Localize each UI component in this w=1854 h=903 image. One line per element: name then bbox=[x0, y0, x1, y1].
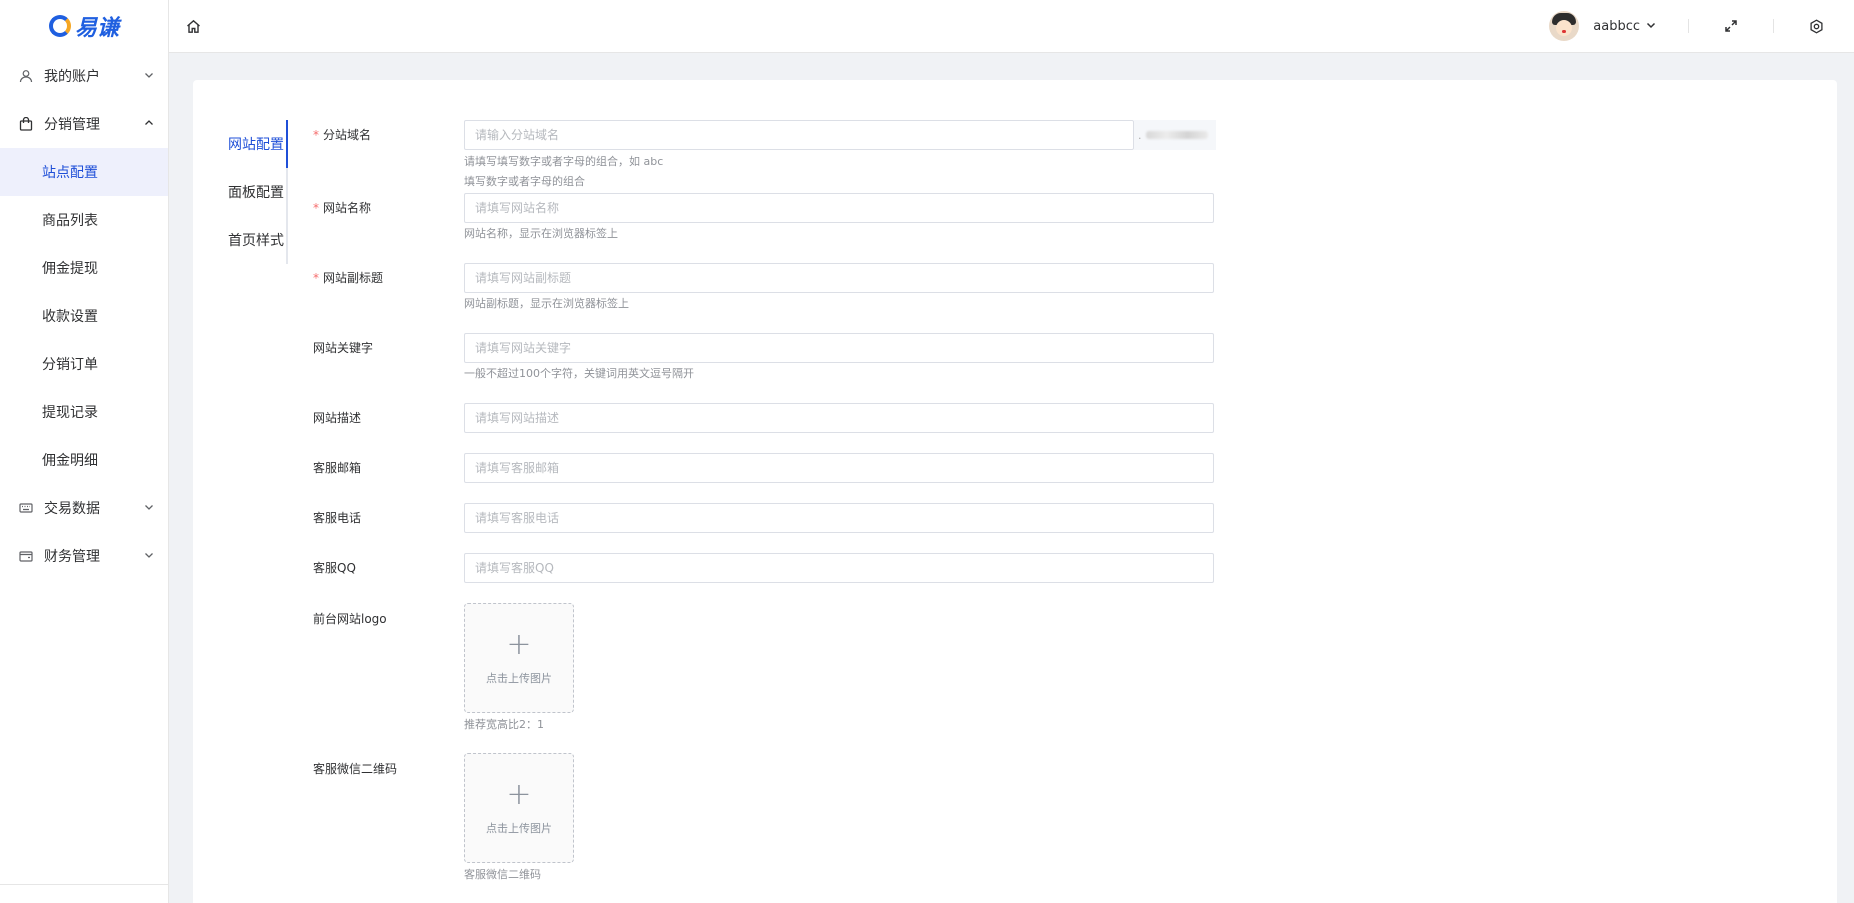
qq-label: 客服QQ bbox=[313, 561, 356, 575]
sidebar-item-withdraw-records[interactable]: 提现记录 bbox=[0, 388, 168, 436]
sidebar-divider bbox=[0, 884, 168, 885]
sidebar-item-finance[interactable]: 财务管理 bbox=[0, 532, 168, 580]
avatar[interactable] bbox=[1549, 11, 1580, 41]
email-label: 客服邮箱 bbox=[313, 461, 362, 475]
wechat-qr-upload[interactable]: + 点击上传图片 bbox=[464, 753, 574, 863]
username-label: aabbcc bbox=[1593, 18, 1640, 34]
logo-label: 前台网站logo bbox=[313, 612, 387, 626]
keywords-hint: 一般不超过100个字符，关键词用英文逗号隔开 bbox=[464, 367, 694, 380]
email-input[interactable] bbox=[464, 453, 1214, 483]
brand-name: 易谦 bbox=[74, 16, 119, 41]
bag-icon bbox=[18, 116, 34, 132]
subtitle-hint: 网站副标题，显示在浏览器标签上 bbox=[464, 297, 629, 310]
wechat-qr-label: 客服微信二维码 bbox=[313, 762, 398, 776]
sidebar-item-product-list[interactable]: 商品列表 bbox=[0, 196, 168, 244]
header-actions: aabbcc bbox=[1549, 0, 1854, 52]
sidebar-item-distribution-orders[interactable]: 分销订单 bbox=[0, 340, 168, 388]
logo-icon bbox=[48, 15, 71, 37]
wallet-icon bbox=[18, 548, 34, 564]
settings-icon[interactable] bbox=[1806, 16, 1826, 36]
chevron-up-icon bbox=[144, 117, 154, 131]
header-divider bbox=[1688, 19, 1689, 33]
header-divider bbox=[1773, 19, 1774, 33]
phone-input[interactable] bbox=[464, 503, 1214, 533]
sidebar-item-distribution[interactable]: 分销管理 bbox=[0, 100, 168, 148]
user-icon bbox=[18, 68, 34, 84]
domain-hint-secondary: 填写数字或者字母的组合 bbox=[464, 175, 585, 188]
keywords-label: 网站关键字 bbox=[313, 341, 374, 355]
sidebar-item-site-config[interactable]: 站点配置 bbox=[0, 148, 168, 196]
phone-label: 客服电话 bbox=[313, 511, 362, 525]
tab-site-config[interactable]: 网站配置 bbox=[228, 120, 288, 168]
plus-icon: + bbox=[506, 627, 532, 662]
sidebar-item-commission-details[interactable]: 佣金明细 bbox=[0, 436, 168, 484]
tab-homepage-style[interactable]: 首页样式 bbox=[228, 216, 286, 264]
keywords-input[interactable] bbox=[464, 333, 1214, 363]
sidebar-item-commission-withdraw[interactable]: 佣金提现 bbox=[0, 244, 168, 292]
logo-hint: 推荐宽高比2：1 bbox=[464, 718, 544, 731]
upload-text: 点击上传图片 bbox=[486, 822, 552, 835]
sidebar-item-trade-data[interactable]: 交易数据 bbox=[0, 484, 168, 532]
qq-input[interactable] bbox=[464, 553, 1214, 583]
description-input[interactable] bbox=[464, 403, 1214, 433]
domain-label: * 分站域名 bbox=[313, 128, 372, 142]
top-header: aabbcc bbox=[169, 0, 1854, 53]
sidebar-item-my-account[interactable]: 我的账户 bbox=[0, 52, 168, 100]
chevron-down-icon bbox=[144, 549, 154, 563]
content-card: 网站配置 面板配置 首页样式 *分站域名 . 请填写填写数字或者字母的组合，如 … bbox=[193, 80, 1837, 903]
description-label: 网站描述 bbox=[313, 411, 362, 425]
fullscreen-icon[interactable] bbox=[1721, 16, 1741, 36]
sidebar-menu: 我的账户 分销管理 站点配置 商品列表 佣金提现 收款设置 分销订单 提现记录 … bbox=[0, 52, 168, 580]
site-name-label: * 网站名称 bbox=[313, 201, 372, 215]
brand-logo[interactable]: 易谦 bbox=[0, 0, 168, 52]
chevron-down-icon bbox=[144, 69, 154, 83]
home-icon[interactable] bbox=[183, 16, 203, 36]
site-name-hint: 网站名称，显示在浏览器标签上 bbox=[464, 227, 618, 240]
domain-input[interactable] bbox=[464, 120, 1134, 150]
logo-upload[interactable]: + 点击上传图片 bbox=[464, 603, 574, 713]
keyboard-icon bbox=[18, 500, 34, 516]
chevron-down-icon bbox=[144, 501, 154, 515]
domain-hint: 请填写填写数字或者字母的组合，如 abc bbox=[464, 155, 664, 168]
subtitle-input[interactable] bbox=[464, 263, 1214, 293]
upload-text: 点击上传图片 bbox=[486, 672, 552, 685]
wechat-qr-hint: 客服微信二维码 bbox=[464, 868, 541, 881]
domain-suffix: . bbox=[1134, 120, 1216, 150]
chevron-down-icon bbox=[1646, 19, 1656, 34]
plus-icon: + bbox=[506, 777, 532, 812]
tab-panel-config[interactable]: 面板配置 bbox=[228, 168, 286, 216]
subtitle-label: * 网站副标题 bbox=[313, 271, 384, 285]
blurred-domain bbox=[1145, 131, 1208, 139]
site-name-input[interactable] bbox=[464, 193, 1214, 223]
settings-tabs: 网站配置 面板配置 首页样式 bbox=[228, 120, 288, 264]
sidebar-item-payment-settings[interactable]: 收款设置 bbox=[0, 292, 168, 340]
user-menu[interactable]: aabbcc bbox=[1593, 19, 1656, 34]
sidebar: 易谦 我的账户 分销管理 站点配置 商品列表 佣金提现 收款设置 分销订单 提现… bbox=[0, 0, 169, 903]
